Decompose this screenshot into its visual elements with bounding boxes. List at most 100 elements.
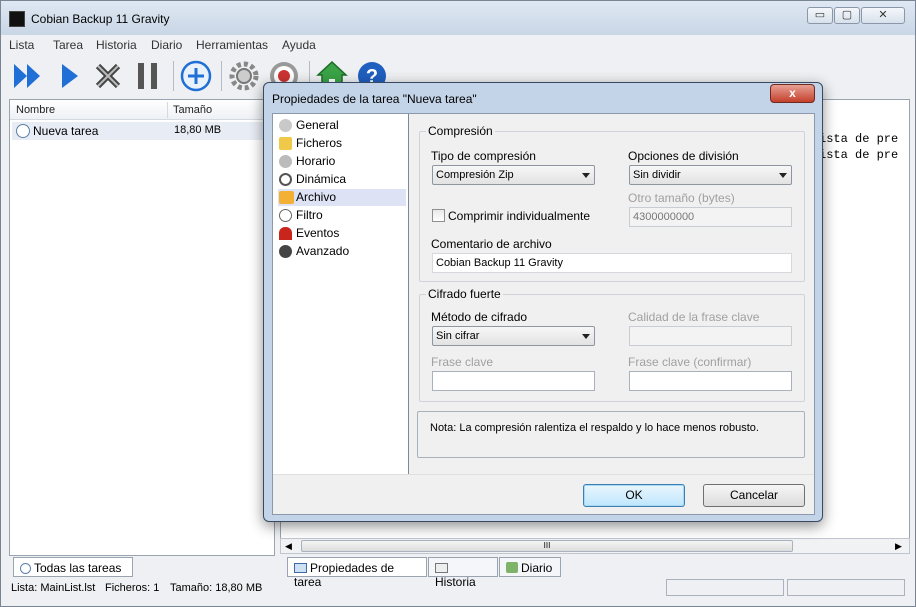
window-title: Cobian Backup 11 Gravity xyxy=(31,12,170,26)
encryption-method-label: Método de cifrado xyxy=(431,310,528,324)
task-properties-dialog: Propiedades de la tarea "Nueva tarea" x … xyxy=(263,82,823,522)
passphrase-label: Frase clave xyxy=(431,355,494,369)
encryption-group-label: Cifrado fuerte xyxy=(426,287,503,301)
encryption-method-select[interactable]: Sin cifrar xyxy=(432,326,595,346)
scroll-left-icon[interactable]: ◀ xyxy=(285,541,292,552)
task-row[interactable]: Nueva tarea 18,80 MB xyxy=(12,122,274,140)
app-icon xyxy=(9,11,25,27)
dialog-close-button[interactable]: x xyxy=(770,84,815,103)
nav-label: Avanzado xyxy=(296,244,350,258)
log-line: ista de pre xyxy=(819,132,899,146)
status-panel xyxy=(666,579,784,596)
split-options-value: Sin dividir xyxy=(633,169,681,181)
column-size[interactable]: Tamaño xyxy=(173,104,212,116)
tab-all-tasks[interactable]: Todas las tareas xyxy=(13,557,133,577)
passphrase-confirm-field[interactable] xyxy=(629,371,792,391)
nav-label: Filtro xyxy=(296,208,323,222)
right-tab-bar: Propiedades de tarea Historia Diario xyxy=(287,557,907,589)
clock-icon xyxy=(20,563,31,574)
log-line: ista de pre xyxy=(819,148,899,162)
dialog-title: Propiedades de la tarea "Nueva tarea" xyxy=(272,92,477,106)
task-name: Nueva tarea xyxy=(33,124,99,138)
note-box: Nota: La compresión ralentiza el respald… xyxy=(417,411,805,458)
menu-bar: Lista Tarea Historia Diario Herramientas… xyxy=(7,35,911,55)
passphrase-field[interactable] xyxy=(432,371,595,391)
nav-horario[interactable]: Horario xyxy=(278,153,406,170)
title-bar: Cobian Backup 11 Gravity ▭ ▢ ✕ xyxy=(1,1,915,35)
close-button[interactable]: ✕ xyxy=(861,7,905,24)
filter-icon xyxy=(279,209,292,222)
archive-comment-field[interactable]: Cobian Backup 11 Gravity xyxy=(432,253,792,273)
clock-icon xyxy=(279,155,292,168)
menu-tarea[interactable]: Tarea xyxy=(53,38,83,52)
cancel-button[interactable]: Cancelar xyxy=(703,484,805,507)
compress-individually-checkbox[interactable] xyxy=(432,209,445,222)
dialog-body: General Ficheros Horario Dinámica Archiv… xyxy=(272,113,815,515)
nav-ficheros[interactable]: Ficheros xyxy=(278,135,406,152)
encryption-method-value: Sin cifrar xyxy=(436,330,480,342)
task-list: Nombre Tamaño Nueva tarea 18,80 MB xyxy=(9,99,275,556)
tab-history[interactable]: Historia xyxy=(428,557,498,589)
nav-label: General xyxy=(296,118,339,132)
chevron-down-icon xyxy=(582,334,590,339)
run-icon[interactable] xyxy=(53,59,87,93)
status-files: Ficheros: 1 xyxy=(105,582,160,594)
other-size-field[interactable]: 4300000000 xyxy=(629,207,792,227)
split-options-select[interactable]: Sin dividir xyxy=(629,165,792,185)
status-list: Lista: MainList.lst xyxy=(11,582,96,594)
nav-label: Horario xyxy=(296,154,336,168)
menu-lista[interactable]: Lista xyxy=(9,38,34,52)
compress-individually-label: Comprimir individualmente xyxy=(448,209,591,223)
ok-button[interactable]: OK xyxy=(583,484,685,507)
tab-task-properties[interactable]: Propiedades de tarea xyxy=(287,557,427,589)
folder-icon xyxy=(279,191,294,204)
refresh-icon xyxy=(279,173,292,186)
nav-general[interactable]: General xyxy=(278,117,406,134)
settings-icon[interactable] xyxy=(227,59,261,93)
tab-label: Diario xyxy=(521,561,553,575)
chevron-down-icon xyxy=(779,173,787,178)
menu-herramientas[interactable]: Herramientas xyxy=(196,38,268,52)
note-text: Nota: La compresión ralentiza el respald… xyxy=(430,422,759,434)
add-task-icon[interactable] xyxy=(179,59,213,93)
files-icon xyxy=(279,137,292,150)
nav-label: Ficheros xyxy=(296,136,343,150)
compression-type-label: Tipo de compresión xyxy=(431,149,536,163)
nav-dinamica[interactable]: Dinámica xyxy=(278,171,406,188)
scroll-thumb[interactable]: III xyxy=(301,540,793,552)
nav-label: Eventos xyxy=(296,226,340,240)
run-all-icon[interactable] xyxy=(11,59,45,93)
compression-type-select[interactable]: Compresión Zip xyxy=(432,165,595,185)
menu-ayuda[interactable]: Ayuda xyxy=(282,38,316,52)
status-bar: Lista: MainList.lst Ficheros: 1 Tamaño: … xyxy=(1,579,915,599)
compression-group-label: Compresión xyxy=(426,124,495,138)
nav-eventos[interactable]: Eventos xyxy=(278,225,406,242)
maximize-button[interactable]: ▢ xyxy=(834,7,860,24)
column-name[interactable]: Nombre xyxy=(16,104,55,116)
menu-diario[interactable]: Diario xyxy=(151,38,182,52)
other-size-label: Otro tamaño (bytes) xyxy=(628,191,735,205)
pause-icon[interactable] xyxy=(131,59,165,93)
tab-diary[interactable]: Diario xyxy=(499,557,561,577)
compression-group: Compresión Tipo de compresión Compresión… xyxy=(419,124,805,282)
dialog-footer: OK Cancelar xyxy=(273,474,814,514)
scroll-right-icon[interactable]: ▶ xyxy=(895,541,902,552)
chevron-down-icon xyxy=(582,173,590,178)
passphrase-quality-meter xyxy=(629,326,792,346)
split-options-label: Opciones de división xyxy=(628,149,739,163)
nav-label: Archivo xyxy=(296,190,337,204)
magnet-icon xyxy=(279,227,292,240)
horizontal-scrollbar[interactable]: ◀ III ▶ xyxy=(280,538,910,554)
nav-avanzado[interactable]: Avanzado xyxy=(278,243,406,260)
minimize-button[interactable]: ▭ xyxy=(807,7,833,24)
stop-icon[interactable] xyxy=(91,59,125,93)
history-icon xyxy=(435,563,448,573)
nav-filtro[interactable]: Filtro xyxy=(278,207,406,224)
nav-archivo[interactable]: Archivo xyxy=(278,189,406,206)
user-icon xyxy=(279,119,292,132)
task-size: 18,80 MB xyxy=(174,124,222,136)
tab-label: Todas las tareas xyxy=(34,561,122,575)
compression-type-value: Compresión Zip xyxy=(436,169,514,181)
menu-historia[interactable]: Historia xyxy=(96,38,137,52)
status-panel xyxy=(787,579,905,596)
